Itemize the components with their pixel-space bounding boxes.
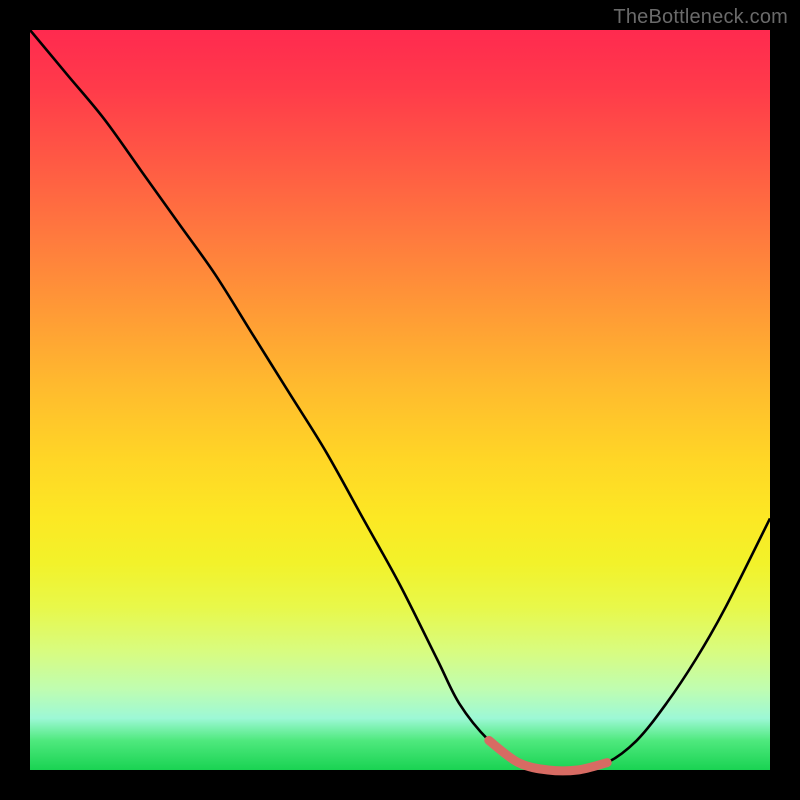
watermark-text: TheBottleneck.com	[613, 6, 788, 29]
bottleneck-highlight-segment	[489, 740, 607, 771]
bottleneck-curve-svg	[30, 30, 770, 770]
bottleneck-curve-path	[30, 30, 770, 771]
chart-plot-area	[30, 30, 770, 770]
